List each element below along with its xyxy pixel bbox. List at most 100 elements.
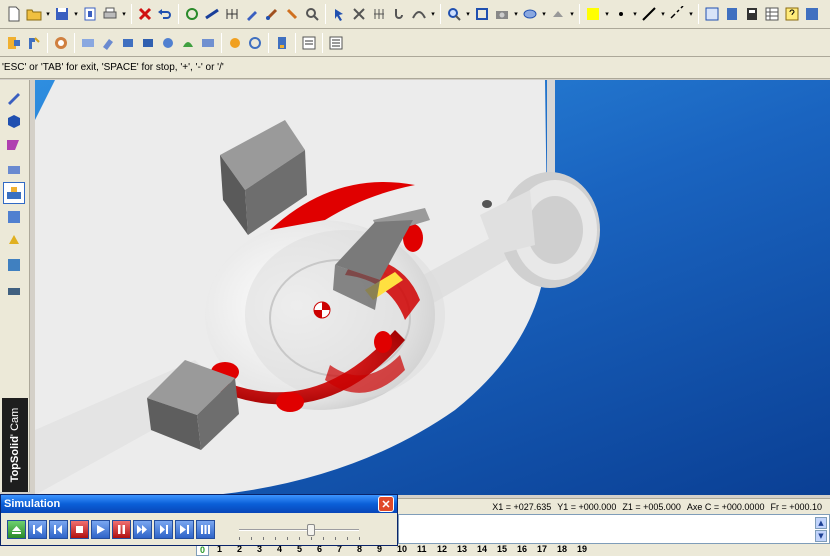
simulation-close-button[interactable]: ✕: [378, 496, 394, 512]
render-icon[interactable]: [521, 5, 539, 23]
drilling-op-icon[interactable]: [99, 34, 117, 52]
simulation-title-bar[interactable]: Simulation ✕: [1, 495, 397, 513]
pocket-op-icon[interactable]: [199, 34, 217, 52]
command-area[interactable]: ▲ ▼: [398, 514, 830, 544]
sketch-icon[interactable]: [3, 86, 25, 108]
play-button[interactable]: [91, 520, 110, 539]
document-tab-19[interactable]: 19: [577, 544, 587, 554]
light-icon[interactable]: [549, 5, 567, 23]
properties-icon[interactable]: [81, 5, 99, 23]
document-tab-10[interactable]: 10: [397, 544, 407, 554]
info-icon[interactable]: [803, 5, 821, 23]
curve-dropdown-icon[interactable]: ▾: [429, 5, 437, 23]
electrode-icon[interactable]: [3, 230, 25, 252]
color-dropdown-icon[interactable]: ▾: [603, 5, 611, 23]
scroll-down-icon[interactable]: ▼: [815, 530, 827, 542]
zoom-window-icon[interactable]: [303, 5, 321, 23]
go-to-end-button[interactable]: [196, 520, 215, 539]
save-dropdown-icon[interactable]: ▾: [72, 5, 80, 23]
grooving-op-icon[interactable]: [119, 34, 137, 52]
render-dropdown-icon[interactable]: ▾: [540, 5, 548, 23]
line-type-icon[interactable]: [668, 5, 686, 23]
go-to-start-button[interactable]: [28, 520, 47, 539]
line-style-dropdown-icon[interactable]: ▾: [659, 5, 667, 23]
eject-button[interactable]: [7, 520, 26, 539]
open-dropdown-icon[interactable]: ▾: [44, 5, 52, 23]
spreadsheet-icon[interactable]: [763, 5, 781, 23]
point-style-icon[interactable]: [612, 5, 630, 23]
save-icon[interactable]: [53, 5, 71, 23]
zoom-dropdown-icon[interactable]: ▾: [464, 5, 472, 23]
line-type-dropdown-icon[interactable]: ▾: [687, 5, 695, 23]
speed-slider[interactable]: [239, 524, 360, 540]
grid-tool-icon[interactable]: [223, 5, 241, 23]
step-back-button[interactable]: [49, 520, 68, 539]
sequence-icon[interactable]: [226, 34, 244, 52]
document-tab-12[interactable]: 12: [437, 544, 447, 554]
point-grid-icon[interactable]: [370, 5, 388, 23]
delete-icon[interactable]: [136, 5, 154, 23]
zoom-icon[interactable]: [445, 5, 463, 23]
nc-program-icon[interactable]: [300, 34, 318, 52]
hook-icon[interactable]: [390, 5, 408, 23]
surface-icon[interactable]: [3, 134, 25, 156]
help-icon[interactable]: [783, 5, 801, 23]
step-forward-button[interactable]: [154, 520, 173, 539]
analysis-icon[interactable]: [3, 278, 25, 300]
prompt-bar: 'ESC' or 'TAB' for exit, 'SPACE' for sto…: [0, 57, 830, 79]
pick-icon[interactable]: [330, 5, 348, 23]
undo-icon[interactable]: [156, 5, 174, 23]
print-icon[interactable]: [101, 5, 119, 23]
milling-op-icon[interactable]: [159, 34, 177, 52]
simulation-controls: [7, 520, 215, 539]
cross-select-icon[interactable]: [350, 5, 368, 23]
pause-button[interactable]: [112, 520, 131, 539]
pen-tool-icon[interactable]: [243, 5, 261, 23]
sheet-icon[interactable]: [3, 158, 25, 180]
threading-op-icon[interactable]: [139, 34, 157, 52]
point-style-dropdown-icon[interactable]: ▾: [631, 5, 639, 23]
document-tab-13[interactable]: 13: [457, 544, 467, 554]
mold-icon[interactable]: [3, 254, 25, 276]
solid-icon[interactable]: [3, 110, 25, 132]
stock-icon[interactable]: [52, 34, 70, 52]
document-tab-15[interactable]: 15: [497, 544, 507, 554]
stop-button[interactable]: [70, 520, 89, 539]
nc-file-icon[interactable]: [273, 34, 291, 52]
document-tab-16[interactable]: 16: [517, 544, 527, 554]
layer-icon[interactable]: [703, 5, 721, 23]
paint-icon[interactable]: [283, 5, 301, 23]
document-tab-18[interactable]: 18: [557, 544, 567, 554]
nc-simulation-icon[interactable]: [327, 34, 345, 52]
scroll-up-icon[interactable]: ▲: [815, 517, 827, 529]
curve-icon[interactable]: [410, 5, 428, 23]
speed-slider-thumb[interactable]: [307, 524, 315, 536]
book-icon[interactable]: [743, 5, 761, 23]
circle-target-icon[interactable]: [246, 34, 264, 52]
turning-op-icon[interactable]: [79, 34, 97, 52]
color-picker-icon[interactable]: [584, 5, 602, 23]
fast-forward-button[interactable]: [133, 520, 152, 539]
camera-icon[interactable]: [493, 5, 511, 23]
light-dropdown-icon[interactable]: ▾: [568, 5, 576, 23]
refresh-icon[interactable]: [183, 5, 201, 23]
next-operation-button[interactable]: [175, 520, 194, 539]
document-tab-14[interactable]: 14: [477, 544, 487, 554]
assembly-icon[interactable]: [3, 206, 25, 228]
print-dropdown-icon[interactable]: ▾: [120, 5, 128, 23]
machine-icon[interactable]: [5, 34, 23, 52]
cam-mode-icon[interactable]: [3, 182, 25, 204]
camera-dropdown-icon[interactable]: ▾: [512, 5, 520, 23]
fit-view-icon[interactable]: [473, 5, 491, 23]
open-folder-icon[interactable]: [25, 5, 43, 23]
tool-holder-icon[interactable]: [25, 34, 43, 52]
line-style-icon[interactable]: [640, 5, 658, 23]
contour-op-icon[interactable]: [179, 34, 197, 52]
3d-viewport[interactable]: [35, 80, 830, 495]
document-tab-17[interactable]: 17: [537, 544, 547, 554]
library-icon[interactable]: [723, 5, 741, 23]
measure-icon[interactable]: [203, 5, 221, 23]
document-tab-11[interactable]: 11: [417, 544, 427, 554]
new-file-icon[interactable]: [5, 5, 23, 23]
brush-icon[interactable]: [263, 5, 281, 23]
